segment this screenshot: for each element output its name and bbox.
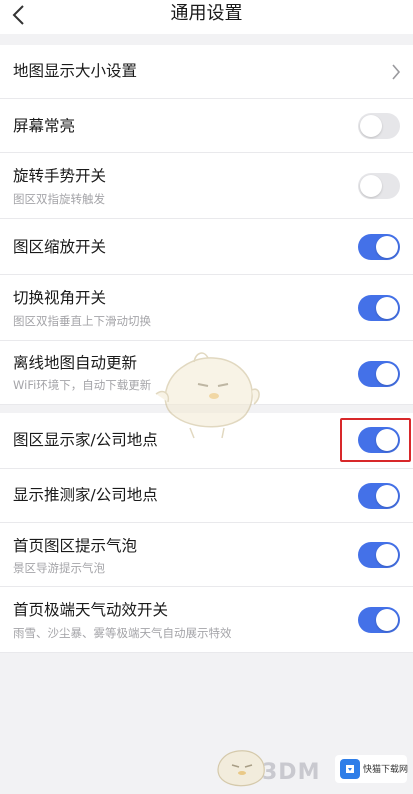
setting-row-screen-on: 屏幕常亮: [0, 99, 413, 153]
setting-row-tip-bubble: 首页图区提示气泡 景区导游提示气泡: [0, 523, 413, 587]
setting-label: 屏幕常亮: [13, 117, 76, 135]
setting-description: 图区双指垂直上下滑动切换: [13, 314, 151, 328]
setting-label: 地图显示大小设置: [13, 62, 138, 80]
view-angle-toggle[interactable]: [358, 295, 400, 321]
setting-label: 离线地图自动更新: [13, 354, 138, 372]
toggle-knob: [376, 544, 398, 566]
setting-label: 首页图区提示气泡: [13, 537, 138, 555]
toggle-knob: [360, 115, 382, 137]
page-title: 通用设置: [170, 3, 243, 24]
setting-description: 雨雪、沙尘暴、雾等极端天气自动展示特效: [13, 626, 232, 640]
download-site-logo-icon: [340, 759, 360, 779]
mascot-watermark-icon: [155, 352, 260, 439]
zoom-toggle[interactable]: [358, 234, 400, 260]
setting-label: 图区缩放开关: [13, 238, 107, 256]
toggle-knob: [376, 609, 398, 631]
setting-row-weather-effect: 首页极端天气动效开关 雨雪、沙尘暴、雾等极端天气自动展示特效: [0, 587, 413, 653]
watermark-badge: 快猫下载网: [335, 755, 409, 783]
header-bar: 通用设置: [0, 0, 413, 34]
setting-row-zoom: 图区缩放开关: [0, 219, 413, 275]
setting-label: 首页极端天气动效开关: [13, 601, 169, 619]
setting-row-map-size[interactable]: 地图显示大小设置: [0, 45, 413, 99]
screen-on-toggle[interactable]: [358, 113, 400, 139]
setting-description: 图区双指旋转触发: [13, 192, 105, 206]
toggle-knob: [376, 236, 398, 258]
toggle-knob: [376, 485, 398, 507]
weather-effect-toggle[interactable]: [358, 607, 400, 633]
setting-row-view-angle: 切换视角开关 图区双指垂直上下滑动切换: [0, 275, 413, 341]
setting-label: 切换视角开关: [13, 289, 107, 307]
highlight-box: [340, 418, 411, 462]
guess-home-company-toggle[interactable]: [358, 483, 400, 509]
offline-update-toggle[interactable]: [358, 361, 400, 387]
rotate-gesture-toggle[interactable]: [358, 173, 400, 199]
watermark-badge-text: 快猫下载网: [363, 765, 409, 775]
tip-bubble-toggle[interactable]: [358, 542, 400, 568]
setting-description: WiFi环境下，自动下载更新: [13, 378, 152, 392]
setting-row-guess-home-company: 显示推测家/公司地点: [0, 469, 413, 523]
watermark-text: 3DM: [262, 760, 321, 785]
setting-row-rotate-gesture: 旋转手势开关 图区双指旋转触发: [0, 153, 413, 219]
toggle-knob: [360, 175, 382, 197]
setting-description: 景区导游提示气泡: [13, 561, 105, 575]
toggle-knob: [376, 297, 398, 319]
toggle-knob: [376, 363, 398, 385]
setting-label: 图区显示家/公司地点: [13, 431, 158, 449]
chevron-right-icon: [392, 64, 401, 80]
setting-label: 旋转手势开关: [13, 167, 107, 185]
setting-label: 显示推测家/公司地点: [13, 486, 158, 504]
